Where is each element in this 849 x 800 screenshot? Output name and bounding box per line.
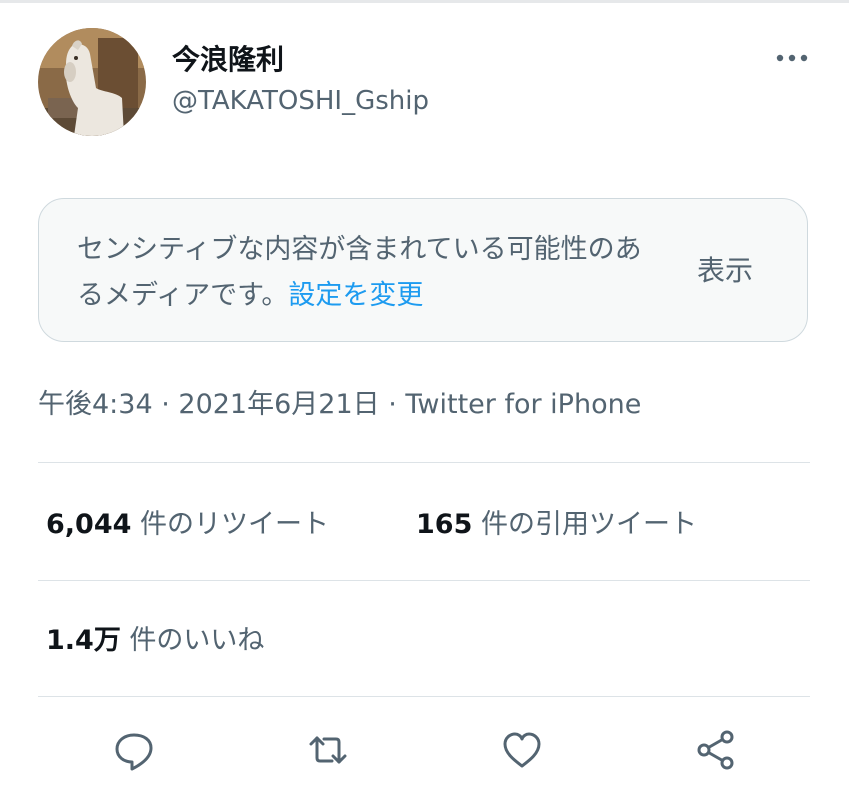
display-name[interactable]: 今浪隆利 xyxy=(172,38,284,78)
quotes-count: 165 xyxy=(416,509,473,540)
retweets-label: 件のリツイート xyxy=(131,509,329,540)
divider xyxy=(38,696,810,697)
like-icon[interactable] xyxy=(500,728,544,772)
tweet-time[interactable]: 午後4:34 xyxy=(38,389,153,420)
divider xyxy=(38,580,810,581)
retweets-stat[interactable]: 6,044 件のリツイート xyxy=(46,502,329,541)
tweet-meta: 午後4:34 · 2021年6月21日 · Twitter for iPhone xyxy=(38,382,641,421)
likes-label: 件のいいね xyxy=(120,625,265,656)
avatar[interactable] xyxy=(38,28,146,136)
tweet-client[interactable]: Twitter for iPhone xyxy=(405,389,641,420)
divider xyxy=(38,462,810,463)
share-icon[interactable] xyxy=(694,728,738,772)
likes-stat[interactable]: 1.4万 件のいいね xyxy=(46,618,264,657)
top-border xyxy=(0,0,849,3)
more-options-icon[interactable] xyxy=(772,44,812,72)
tweet-date[interactable]: 2021年6月21日 xyxy=(178,389,379,420)
retweet-icon[interactable] xyxy=(306,728,350,772)
retweets-count: 6,044 xyxy=(46,509,132,540)
sensitive-media-notice: センシティブな内容が含まれている可能性のあるメディアです。設定を変更 表示 xyxy=(38,198,808,342)
show-media-button[interactable]: 表示 xyxy=(697,249,753,289)
meta-separator: · xyxy=(379,389,406,420)
likes-count: 1.4万 xyxy=(46,625,121,656)
user-handle[interactable]: @TAKATOSHI_Gship xyxy=(172,86,429,116)
change-settings-link[interactable]: 設定を変更 xyxy=(288,280,423,311)
reply-icon[interactable] xyxy=(112,728,156,772)
quotes-stat[interactable]: 165 件の引用ツイート xyxy=(416,502,697,541)
quotes-label: 件の引用ツイート xyxy=(472,509,697,540)
meta-separator: · xyxy=(152,389,179,420)
sensitive-notice-text: センシティブな内容が含まれている可能性のあるメディアです。設定を変更 xyxy=(77,227,667,319)
